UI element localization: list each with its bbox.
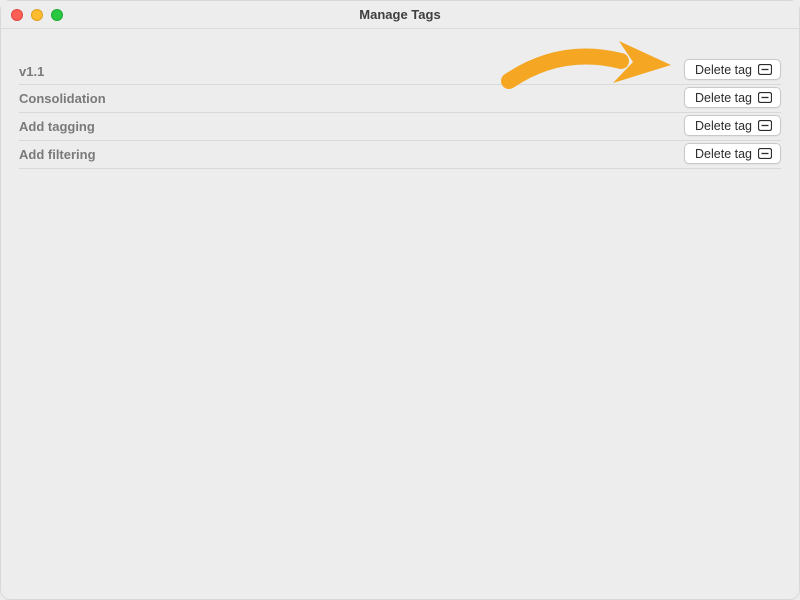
tag-row: v1.1 Delete tag [19,57,781,85]
minus-square-icon [758,92,772,103]
delete-tag-button-label: Delete tag [695,147,752,161]
window-title: Manage Tags [359,7,440,22]
tag-name-label: Add filtering [19,147,96,162]
delete-tag-button[interactable]: Delete tag [684,143,781,164]
minimize-window-button[interactable] [31,9,43,21]
delete-tag-button[interactable]: Delete tag [684,115,781,136]
delete-tag-button-label: Delete tag [695,91,752,105]
delete-tag-button-label: Delete tag [695,63,752,77]
minus-square-icon [758,120,772,131]
close-window-button[interactable] [11,9,23,21]
delete-tag-button[interactable]: Delete tag [684,87,781,108]
minus-square-icon [758,148,772,159]
tag-row: Add tagging Delete tag [19,113,781,141]
delete-tag-button[interactable]: Delete tag [684,59,781,80]
titlebar: Manage Tags [1,1,799,29]
tag-name-label: Consolidation [19,91,106,106]
window-controls [11,9,63,21]
tag-name-label: Add tagging [19,119,95,134]
tag-row: Consolidation Delete tag [19,85,781,113]
tag-name-label: v1.1 [19,62,44,79]
delete-tag-button-label: Delete tag [695,119,752,133]
zoom-window-button[interactable] [51,9,63,21]
minus-square-icon [758,64,772,75]
tag-row: Add filtering Delete tag [19,141,781,169]
tag-list: v1.1 Delete tag Consolidation Delete tag… [1,29,799,169]
